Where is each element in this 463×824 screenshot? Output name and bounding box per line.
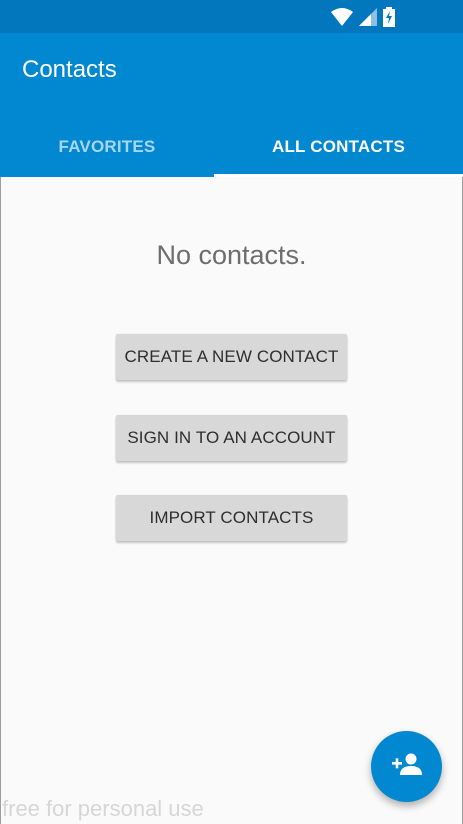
empty-state-message: No contacts. <box>156 240 307 270</box>
app-bar: Contacts FAVORITES ALL CONTACTS <box>0 33 463 177</box>
cell-signal-icon <box>359 8 377 26</box>
watermark: free for personal use <box>2 796 204 821</box>
frame-border-left <box>0 177 1 824</box>
add-person-icon <box>391 752 423 781</box>
app-title: Contacts <box>22 56 117 83</box>
create-contact-button[interactable]: CREATE A NEW CONTACT <box>116 334 347 380</box>
status-bar <box>0 0 463 33</box>
status-icons <box>331 7 395 27</box>
battery-charging-icon <box>383 7 395 27</box>
import-contacts-button[interactable]: IMPORT CONTACTS <box>116 495 347 541</box>
tab-all-contacts[interactable]: ALL CONTACTS <box>214 118 463 176</box>
selected-tab-indicator <box>214 174 463 177</box>
sign-in-account-button[interactable]: SIGN IN TO AN ACCOUNT <box>116 415 347 461</box>
tab-favorites[interactable]: FAVORITES <box>0 118 214 176</box>
wifi-icon <box>331 8 353 26</box>
add-contact-fab[interactable] <box>371 731 442 802</box>
